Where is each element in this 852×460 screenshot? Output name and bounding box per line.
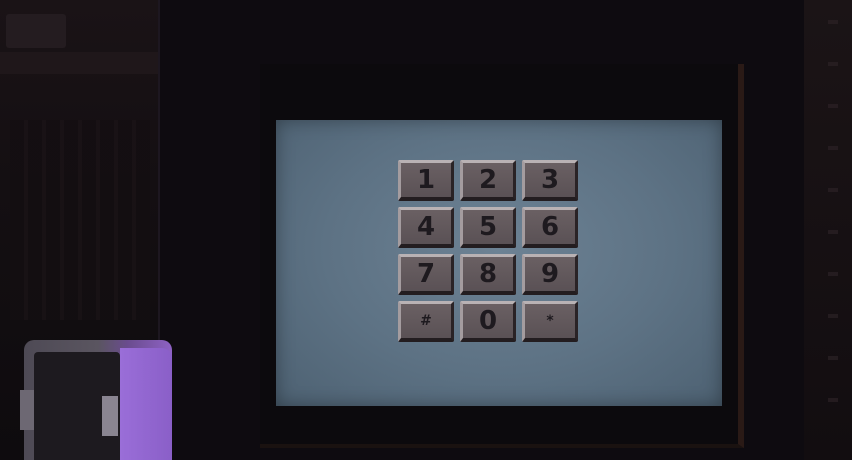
keypad: 1 2 3 4 5 6 7 8 9 # 0 * xyxy=(398,160,584,342)
key-label: 6 xyxy=(540,212,560,242)
handheld-device xyxy=(20,340,172,460)
key-4[interactable]: 4 xyxy=(398,207,454,248)
key-6[interactable]: 6 xyxy=(522,207,578,248)
side-panel-dots xyxy=(828,20,838,440)
key-label: 7 xyxy=(416,259,436,289)
shelf-slats xyxy=(10,120,150,320)
key-2[interactable]: 2 xyxy=(460,160,516,201)
key-label: 2 xyxy=(478,165,498,195)
key-label: 3 xyxy=(540,165,560,195)
shelf-plank xyxy=(0,52,160,74)
key-9[interactable]: 9 xyxy=(522,254,578,295)
key-label: 8 xyxy=(478,259,498,289)
key-5[interactable]: 5 xyxy=(460,207,516,248)
device-purple-panel xyxy=(120,348,172,460)
key-3[interactable]: 3 xyxy=(522,160,578,201)
device-clip-left xyxy=(20,390,34,430)
key-1[interactable]: 1 xyxy=(398,160,454,201)
key-label: * xyxy=(546,313,554,329)
key-label: 9 xyxy=(540,259,560,289)
key-0[interactable]: 0 xyxy=(460,301,516,342)
key-label: 1 xyxy=(416,165,436,195)
key-8[interactable]: 8 xyxy=(460,254,516,295)
key-7[interactable]: 7 xyxy=(398,254,454,295)
keypad-screen: 1 2 3 4 5 6 7 8 9 # 0 * xyxy=(276,120,722,406)
shelf-object xyxy=(6,14,66,48)
key-label: 0 xyxy=(478,306,498,336)
monitor-side-panel xyxy=(804,0,852,460)
key-star[interactable]: * xyxy=(522,301,578,342)
scene: 1 2 3 4 5 6 7 8 9 # 0 * xyxy=(0,0,852,460)
key-label: 4 xyxy=(416,212,436,242)
key-label: 5 xyxy=(478,212,498,242)
key-label: # xyxy=(420,313,432,329)
device-clip-right xyxy=(102,396,118,436)
key-hash[interactable]: # xyxy=(398,301,454,342)
